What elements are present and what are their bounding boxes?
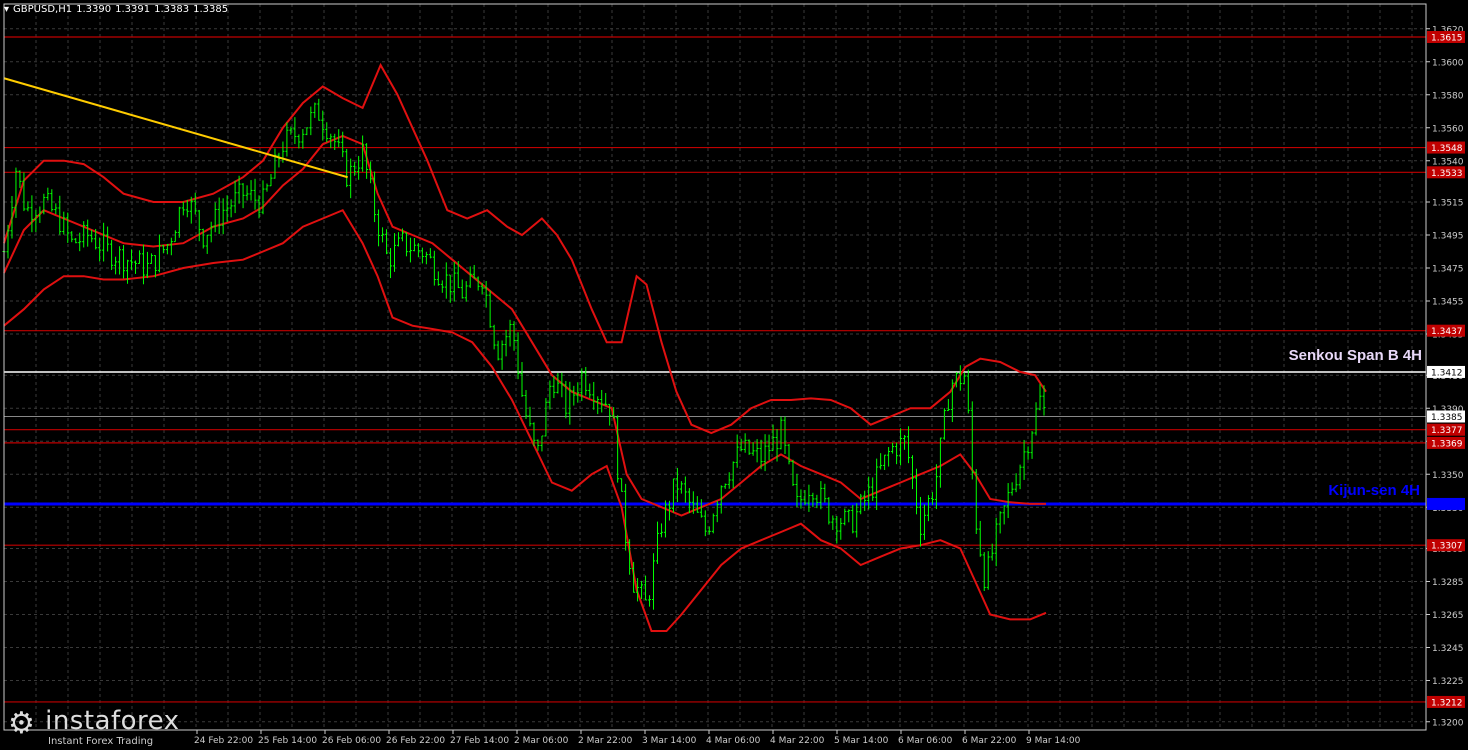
horizontal-levels: [4, 36, 1426, 703]
chart-header: ▾ GBPUSD,H1 1.3390 1.3391 1.3383 1.3385: [4, 4, 228, 15]
level-price-label: 1.3615: [1431, 34, 1463, 44]
kijun-sen-label: Kijun-sen 4H: [1328, 482, 1420, 499]
y-tick-label: 1.3495: [1432, 232, 1464, 242]
kijun-price-label-bg: [1427, 497, 1465, 510]
gear-icon: ⚙: [8, 706, 35, 741]
x-tick-label: 27 Feb 14:00: [450, 736, 509, 746]
x-tick-label: 6 Mar 22:00: [962, 736, 1017, 746]
level-price-label: 1.3548: [1431, 144, 1463, 154]
x-tick-label: 4 Mar 06:00: [706, 736, 761, 746]
close-value: 1.3385: [193, 4, 229, 15]
level-price-label: 1.3212: [1431, 698, 1463, 708]
y-tick-label: 1.3285: [1432, 578, 1464, 588]
dropdown-arrow-icon[interactable]: ▾: [4, 4, 9, 15]
x-tick-label: 5 Mar 14:00: [834, 736, 889, 746]
brand-name: instaforex: [45, 706, 180, 736]
senkou-price-label: 1.3412: [1431, 368, 1463, 378]
level-price-label: 1.3307: [1431, 542, 1463, 552]
level-price-label: 1.3533: [1431, 169, 1463, 179]
x-tick-label: 24 Feb 22:00: [194, 736, 253, 746]
x-tick-label: 6 Mar 06:00: [898, 736, 953, 746]
y-tick-label: 1.3475: [1432, 265, 1464, 275]
x-tick-label: 9 Mar 14:00: [1026, 736, 1081, 746]
x-tick-label: 3 Mar 14:00: [642, 736, 697, 746]
y-tick-label: 1.3540: [1432, 157, 1464, 167]
trendline: [3, 77, 348, 179]
y-tick-label: 1.3245: [1432, 644, 1464, 654]
chart-grid: [3, 4, 1426, 730]
low-value: 1.3383: [154, 4, 190, 15]
x-tick-label: 26 Feb 06:00: [322, 736, 381, 746]
y-tick-label: 1.3265: [1432, 611, 1464, 621]
watermark-logo: ⚙ instaforex Instant Forex Trading: [8, 706, 180, 747]
y-tick-label: 1.3350: [1432, 471, 1464, 481]
current-price-label: 1.3385: [1431, 413, 1463, 423]
trendline-segment: [3, 77, 348, 179]
y-tick-label: 1.3200: [1432, 718, 1464, 728]
price-chart[interactable]: 1.36201.36001.35801.35601.35401.35151.34…: [0, 0, 1468, 750]
brand-tagline: Instant Forex Trading: [48, 736, 154, 747]
y-tick-label: 1.3225: [1432, 677, 1464, 687]
y-tick-label: 1.3600: [1432, 58, 1464, 68]
open-value: 1.3390: [76, 4, 112, 15]
x-tick-label: 2 Mar 22:00: [578, 736, 633, 746]
x-tick-label: 25 Feb 14:00: [258, 736, 317, 746]
lower-band-line: [3, 208, 1047, 632]
y-tick-label: 1.3455: [1432, 298, 1464, 308]
level-price-label: 1.3377: [1431, 426, 1463, 436]
high-value: 1.3391: [115, 4, 151, 15]
level-price-label: 1.3369: [1431, 439, 1463, 449]
y-tick-label: 1.3560: [1432, 124, 1464, 134]
senkou-span-b-label: Senkou Span B 4H: [1289, 347, 1422, 364]
price-candles: [2, 98, 1046, 610]
level-price-label: 1.3437: [1431, 327, 1463, 337]
y-tick-label: 1.3515: [1432, 199, 1464, 209]
ichimoku-lines: [3, 62, 1047, 632]
plot-frame: [3, 3, 1427, 731]
symbol-label: GBPUSD,H1: [13, 4, 73, 15]
upper-band-line: [3, 62, 1047, 435]
y-tick-label: 1.3580: [1432, 91, 1464, 101]
x-tick-label: 4 Mar 22:00: [770, 736, 825, 746]
x-tick-label: 26 Feb 22:00: [386, 736, 445, 746]
kijun-indicator-line: [3, 134, 1046, 517]
x-tick-label: 2 Mar 06:00: [514, 736, 569, 746]
